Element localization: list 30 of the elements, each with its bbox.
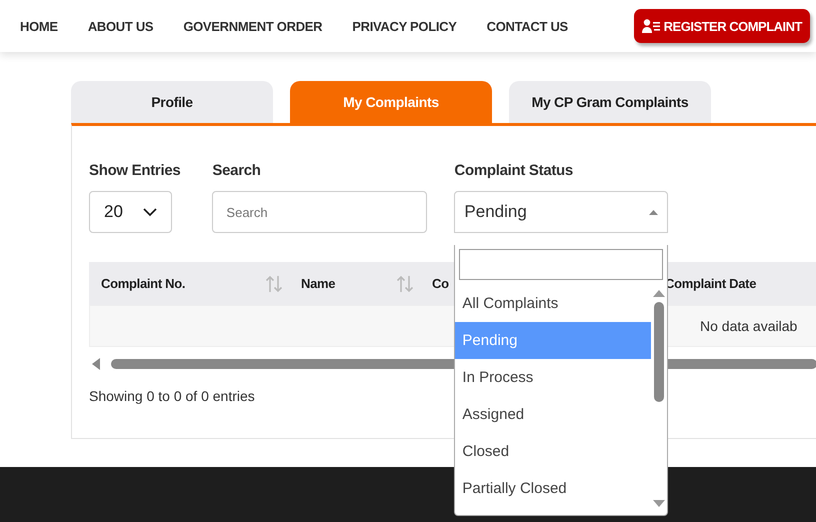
caret-icon <box>649 210 658 214</box>
status-select[interactable]: Pending <box>454 191 668 233</box>
tab[interactable]: Profile <box>71 81 273 123</box>
entries-select[interactable]: 20 <box>89 191 172 233</box>
field-label: Search <box>212 162 262 179</box>
register-complaint-button[interactable]: REGISTER COMPLAINT <box>634 9 810 43</box>
empty-message: No data availab <box>700 318 798 334</box>
column-header[interactable]: Co <box>432 276 449 291</box>
dropdown-option[interactable]: In Process <box>455 359 652 396</box>
field-label: Show Entries <box>89 162 180 179</box>
dropdown-option[interactable]: Partially Closed <box>455 470 652 507</box>
dropdown-option[interactable]: All Complaints <box>455 285 652 322</box>
field-label: Complaint Status <box>454 162 574 179</box>
search-field[interactable]: Search <box>212 191 428 233</box>
dropdown-option[interactable]: Assigned <box>455 396 652 433</box>
nav-link[interactable]: PRIVACY POLICY <box>352 18 457 34</box>
nav-link[interactable]: HOME <box>20 18 58 34</box>
tab[interactable]: My CP Gram Complaints <box>509 81 711 123</box>
nav-link[interactable]: ABOUT US <box>88 18 154 34</box>
sort-icon[interactable] <box>395 274 415 294</box>
entries-info: Showing 0 to 0 of 0 entries <box>89 388 256 404</box>
nav-link[interactable]: CONTACT US <box>486 18 568 34</box>
dropdown-option[interactable]: Closed <box>455 433 652 470</box>
sort-icon[interactable] <box>264 274 284 294</box>
user-list-icon <box>642 19 660 33</box>
column-header[interactable]: Complaint No. <box>101 276 186 291</box>
nav-link[interactable]: GOVERNMENT ORDER <box>183 18 322 34</box>
column-header[interactable]: Name <box>301 276 336 291</box>
chevron-down-icon <box>143 208 157 216</box>
dropdown-search-field[interactable] <box>459 249 664 280</box>
